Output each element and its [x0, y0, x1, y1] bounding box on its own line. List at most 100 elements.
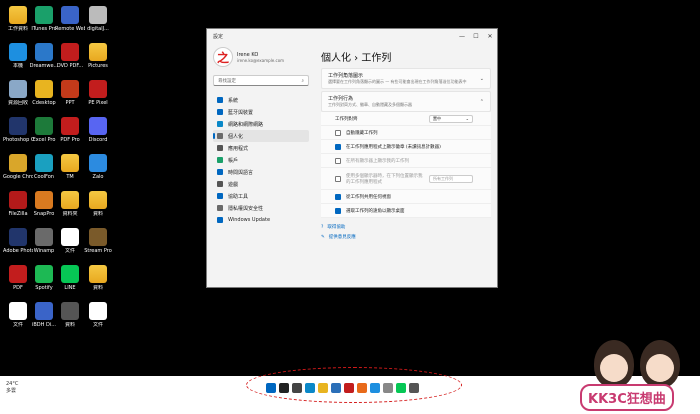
watermark-logo: KK3C狂想曲 [572, 340, 696, 411]
desktop-icon[interactable]: 工作資料 [4, 6, 32, 32]
desktop-icon[interactable]: Stream Pro [84, 228, 112, 254]
desktop-icon[interactable]: Pictures [84, 43, 112, 69]
desktop-icon[interactable]: PDF [4, 265, 32, 291]
desktop-icon[interactable]: Winamp [30, 228, 58, 254]
option-label: 選取工作列的遠角以顯示桌面 [346, 208, 405, 214]
nav-icon [217, 121, 223, 127]
desktop-icon[interactable]: Cdesktop [30, 80, 58, 106]
app-icon [35, 154, 53, 172]
desktop-icon[interactable]: PE Pixel [84, 80, 112, 106]
desktop-icon[interactable]: Photoshop CC [3, 117, 33, 143]
nav-label: 系統 [228, 97, 239, 104]
alignment-dropdown[interactable]: 置中 ⌄ [429, 114, 473, 123]
minimize-button[interactable]: — [455, 33, 469, 40]
nav-item[interactable]: 系統 [213, 94, 309, 106]
chevron-down-icon: ⌄ [465, 116, 469, 121]
nav-item[interactable]: Windows Update [213, 214, 309, 226]
desktop-icon[interactable]: LINE [56, 265, 84, 291]
nav-item[interactable]: 帳戶 [213, 154, 309, 166]
desktop-icon[interactable]: 本機 [4, 43, 32, 69]
desktop-icon-label: digitalJ... [87, 26, 109, 32]
desktop-icon[interactable]: 資料夾 [56, 191, 84, 217]
nav-label: 遊戲 [228, 181, 239, 188]
app-icon [9, 154, 27, 172]
profile[interactable]: 之 Irene KO irene.ko@example.com [213, 47, 309, 67]
nav-label: 隱私權與安全性 [228, 205, 264, 212]
desktop-icon[interactable]: DVD PDF... [56, 43, 84, 69]
option-label: 自動隱藏工作列 [346, 130, 378, 136]
display-dropdown[interactable]: 所有工作列 [429, 174, 473, 183]
nav-item[interactable]: 網路和網際網路 [213, 118, 309, 130]
app-icon [61, 265, 79, 283]
desktop-icon[interactable]: Adobe Photosh... [3, 228, 33, 254]
desktop-icon[interactable]: PDF Pro [56, 117, 84, 143]
taskbar-behaviors-card[interactable]: 工作列行為 工作列對齊方式、徽章、自動隱藏及多個顯示器 ⌃ [321, 91, 491, 112]
app-icon [9, 191, 27, 209]
avatar: 之 [213, 47, 233, 67]
desktop-icon[interactable]: Dreamwe... [30, 43, 58, 69]
option-checkbox[interactable] [335, 193, 341, 200]
desktop-icon[interactable]: 資料 [84, 265, 112, 291]
card-subtitle: 選擇要在工作列角落顯示的圖示 — 有些可能會出現在工作列角落溢位功能表中 [328, 79, 467, 84]
app-icon [35, 191, 53, 209]
app-icon [9, 302, 27, 320]
maximize-button[interactable]: ☐ [469, 33, 483, 40]
option-checkbox[interactable] [335, 129, 341, 136]
taskbar-corner-icons-card[interactable]: 工作列角落圖示 選擇要在工作列角落顯示的圖示 — 有些可能會出現在工作列角落溢位… [321, 68, 491, 89]
character-head-icon [640, 340, 680, 388]
desktop-icon[interactable]: Excel Pro [30, 117, 58, 143]
desktop-icon-label: Remote Web Host [55, 26, 85, 32]
nav-item[interactable]: 時間與語言 [213, 166, 309, 178]
nav-item[interactable]: 應用程式 [213, 142, 309, 154]
desktop-icon[interactable]: ITunes Pro [30, 6, 58, 32]
desktop-icon[interactable]: 文件 [56, 228, 84, 254]
nav-label: 協助工具 [228, 193, 249, 200]
app-icon [89, 6, 107, 24]
app-icon [35, 228, 53, 246]
desktop-icon[interactable]: Google Chrome [3, 154, 33, 180]
desktop-icon[interactable]: 資料 [56, 302, 84, 328]
nav-item[interactable]: 遊戲 [213, 178, 309, 190]
help-link[interactable]: ? 取得協助 [321, 222, 491, 232]
desktop-icon[interactable]: Zalo [84, 154, 112, 180]
nav-item[interactable]: 隱私權與安全性 [213, 202, 309, 214]
desktop-icon-label: Discord [88, 137, 108, 143]
nav-item[interactable]: 藍牙與裝置 [213, 106, 309, 118]
search-input[interactable]: 尋找設定 ⌕ [213, 75, 309, 86]
desktop-icon-label: 資料夾 [62, 211, 78, 217]
desktop-icon[interactable]: 資源回收 [4, 80, 32, 106]
settings-window: 設定 — ☐ ✕ 之 Irene KO irene.ko@example.com… [206, 28, 498, 288]
desktop-icon-label: Stream Pro [84, 248, 112, 254]
desktop-icon[interactable]: Remote Web Host [55, 6, 85, 32]
desktop-icon[interactable]: 資料 [84, 191, 112, 217]
desktop-icon-label: PPT [65, 100, 75, 106]
help-link-label: 取得協助 [327, 225, 346, 230]
profile-email: irene.ko@example.com [237, 57, 285, 63]
card-title: 工作列行為 [328, 96, 354, 102]
desktop-icon[interactable]: 文件 [4, 302, 32, 328]
desktop-icon[interactable]: PPT [56, 80, 84, 106]
option-checkbox[interactable] [335, 143, 341, 150]
feedback-link[interactable]: ✎ 提供意見反應 [321, 232, 491, 242]
nav-item[interactable]: 個人化 [213, 130, 309, 142]
desktop-icon[interactable]: Spotify [30, 265, 58, 291]
desktop-icon[interactable]: TM [56, 154, 84, 180]
desktop-icon[interactable]: 文件 [84, 302, 112, 328]
app-icon [61, 228, 79, 246]
nav-icon [217, 109, 223, 115]
option-checkbox[interactable] [335, 175, 341, 182]
option-checkbox[interactable] [335, 207, 341, 214]
option-row: 從工作列共用任何視窗 [321, 190, 491, 204]
desktop-icon-label: PE Pixel [88, 100, 108, 106]
desktop-icon[interactable]: digitalJ... [84, 6, 112, 32]
desktop-icon[interactable]: Discord [84, 117, 112, 143]
desktop-icon[interactable]: CoolFon [30, 154, 58, 180]
nav-item[interactable]: 協助工具 [213, 190, 309, 202]
weather-widget[interactable]: 24°C 多雲 [6, 381, 18, 394]
option-checkbox[interactable] [335, 157, 341, 164]
desktop-icon[interactable]: SnapPro [30, 191, 58, 217]
desktop-icon[interactable]: FileZilla [4, 191, 32, 217]
close-button[interactable]: ✕ [483, 33, 497, 40]
desktop-icon[interactable]: iBDH Di... [30, 302, 58, 328]
desktop-icon-label: Zalo [92, 174, 104, 180]
